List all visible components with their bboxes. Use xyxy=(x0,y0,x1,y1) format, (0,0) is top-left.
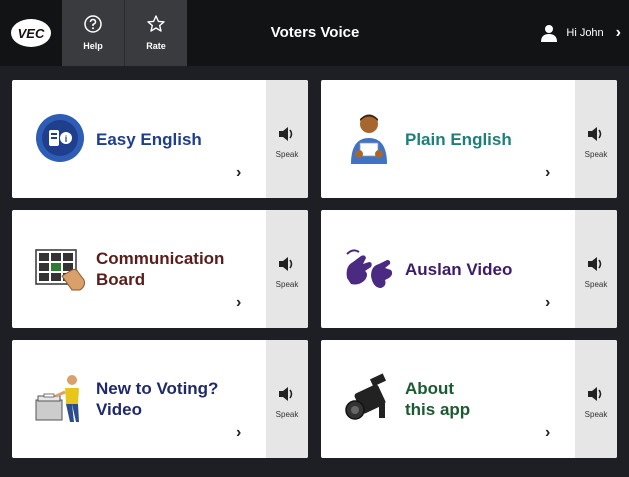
svg-text:i: i xyxy=(65,134,68,144)
speaker-icon xyxy=(279,257,293,271)
sign-language-icon xyxy=(346,249,393,288)
app-window: VEC Help Rate Voters Voice Hi John › i E… xyxy=(0,0,629,477)
rate-button[interactable]: Rate xyxy=(124,0,187,66)
voter-at-ballot-box-icon xyxy=(35,375,79,422)
easy-english-icon: i xyxy=(36,114,84,162)
user-icon xyxy=(541,25,558,42)
logo-text: VEC xyxy=(18,26,45,41)
chevron-right-icon: › xyxy=(545,424,551,441)
vec-logo: VEC xyxy=(11,19,51,47)
speak-button[interactable]: Speak xyxy=(266,80,308,198)
chevron-right-icon: › xyxy=(545,164,551,181)
tile-about-this-app[interactable]: About this app › Speak xyxy=(321,340,617,458)
top-bar: VEC Help Rate Voters Voice Hi John › xyxy=(0,0,629,66)
speaker-icon xyxy=(588,127,602,141)
speak-button[interactable]: Speak xyxy=(575,340,617,458)
rate-label: Rate xyxy=(146,41,166,51)
speaker-icon xyxy=(279,127,293,141)
star-icon xyxy=(147,15,165,32)
chevron-right-icon: › xyxy=(236,424,242,441)
chevron-right-icon: › xyxy=(545,294,551,311)
page-title: Voters Voice xyxy=(270,24,360,41)
tile-auslan-video[interactable]: Auslan Video › Speak xyxy=(321,210,617,328)
communication-board-icon xyxy=(35,249,85,291)
speak-label: Speak xyxy=(584,280,608,289)
chevron-right-icon: › xyxy=(615,24,621,41)
speak-label: Speak xyxy=(275,150,299,159)
speak-button[interactable]: Speak xyxy=(575,210,617,328)
person-reading-icon xyxy=(351,114,387,164)
tile-easy-english[interactable]: i Easy English › Speak xyxy=(12,80,308,198)
speak-label: Speak xyxy=(275,410,299,419)
speaker-icon xyxy=(588,257,602,271)
help-label: Help xyxy=(83,41,103,51)
tile-communication-board[interactable]: Communication Board › Speak xyxy=(12,210,308,328)
user-greeting: Hi John xyxy=(566,27,604,39)
speak-label: Speak xyxy=(584,150,608,159)
speak-button[interactable]: Speak xyxy=(266,340,308,458)
speak-label: Speak xyxy=(275,280,299,289)
speaker-icon xyxy=(279,387,293,401)
user-account-button[interactable]: Hi John › xyxy=(540,22,621,44)
help-button[interactable]: Help xyxy=(62,0,124,66)
speak-button[interactable]: Speak xyxy=(266,210,308,328)
chevron-right-icon: › xyxy=(236,164,242,181)
chevron-right-icon: › xyxy=(236,294,242,311)
speak-label: Speak xyxy=(584,410,608,419)
video-camera-icon xyxy=(345,373,387,420)
tile-new-to-voting-video[interactable]: New to Voting? Video › Speak xyxy=(12,340,308,458)
tile-plain-english[interactable]: Plain English › Speak xyxy=(321,80,617,198)
speak-button[interactable]: Speak xyxy=(575,80,617,198)
help-icon xyxy=(84,15,102,33)
speaker-icon xyxy=(588,387,602,401)
